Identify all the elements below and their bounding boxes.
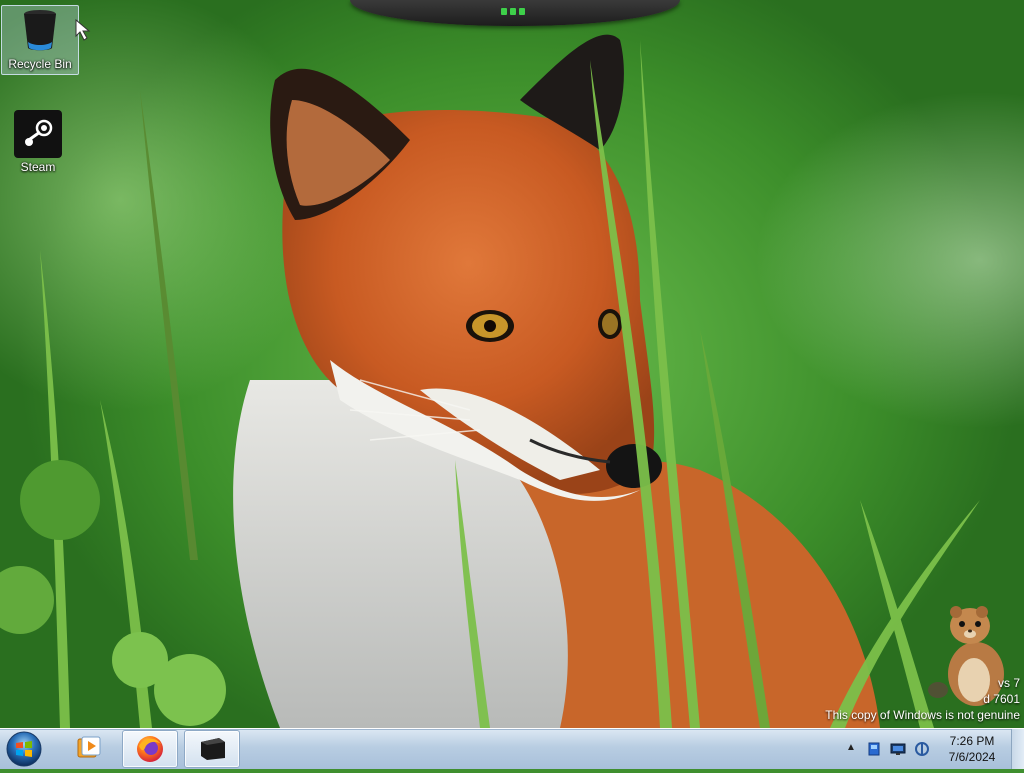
windows-watermark: vs 7 d 7601 This copy of Windows is not … — [825, 675, 1020, 723]
recycle-bin-label: Recycle Bin — [8, 57, 72, 71]
show-hidden-icons-button[interactable]: ▲ — [846, 742, 856, 758]
taskbar: ▲ 7:26 PM 7/6/2024 — [0, 728, 1024, 769]
watermark-line-3: This copy of Windows is not genuine — [825, 708, 1020, 722]
start-button[interactable] — [4, 730, 46, 768]
clock-date: 7/6/2024 — [948, 750, 996, 764]
fox-wallpaper-image — [0, 34, 980, 728]
mouse-cursor-icon — [75, 18, 91, 41]
windows-orb-icon — [6, 731, 42, 767]
system-clock[interactable]: 7:26 PM 7/6/2024 — [932, 733, 1012, 765]
top-bar-indicator — [498, 8, 528, 16]
window-app-icon — [201, 738, 225, 760]
recycle-bin-icon — [24, 10, 56, 51]
taskbar-window-app[interactable] — [184, 730, 240, 768]
watermark-line-1: vs 7 — [997, 676, 1020, 690]
action-center-icon[interactable] — [866, 741, 882, 757]
steam-icon — [14, 110, 62, 158]
media-player-icon — [77, 736, 101, 758]
firefox-icon — [137, 736, 163, 762]
network-icon[interactable] — [890, 741, 906, 757]
system-tray: ▲ 7:26 PM 7/6/2024 — [840, 729, 1020, 769]
watermark-line-2: d 7601 — [983, 692, 1020, 706]
steam-label: Steam — [20, 160, 56, 174]
taskbar-media-player[interactable] — [62, 730, 116, 766]
taskbar-firefox[interactable] — [122, 730, 178, 768]
desktop-icon-recycle-bin[interactable]: Recycle Bin — [1, 5, 79, 75]
volume-icon[interactable] — [914, 741, 930, 757]
show-desktop-button[interactable] — [1011, 729, 1024, 769]
desktop-icon-steam[interactable]: Steam — [0, 108, 76, 178]
clock-time: 7:26 PM — [949, 734, 995, 748]
desktop-wallpaper — [0, 0, 1024, 728]
